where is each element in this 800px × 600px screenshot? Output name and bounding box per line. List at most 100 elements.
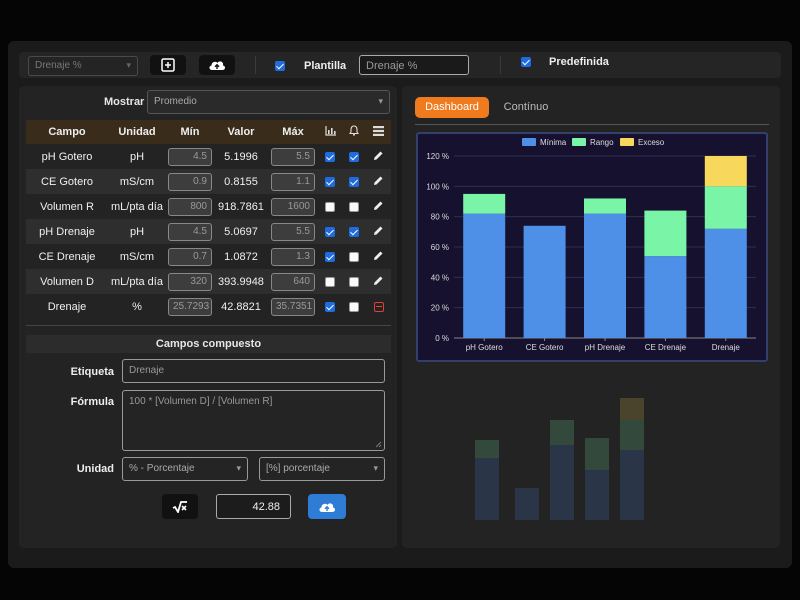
pencil-icon[interactable] (373, 200, 384, 211)
campo-cell: CE Gotero (26, 169, 108, 194)
alert-checkbox[interactable] (349, 201, 359, 212)
list-icon (373, 125, 384, 136)
bar-mínima (644, 256, 687, 338)
column-header-actions (366, 120, 391, 144)
chart-toggle-cell (318, 294, 342, 319)
min-input[interactable]: 0.7 (168, 247, 212, 266)
max-input[interactable]: 35.7351 (271, 297, 315, 316)
min-input[interactable]: 4.5 (168, 222, 212, 241)
min-cell: 0.9 (166, 169, 214, 194)
alert-checkbox[interactable] (349, 301, 359, 312)
save-compuesto-button[interactable] (308, 494, 346, 519)
upload-toolbar-button[interactable] (199, 55, 235, 75)
column-header-chart (318, 120, 342, 144)
min-cell: 0.7 (166, 244, 214, 269)
valor-cell: 5.0697 (214, 219, 268, 244)
table-row: Volumen R mL/pta día 800 918.7861 1600 (26, 194, 391, 219)
max-input[interactable]: 5.5 (271, 147, 315, 166)
predefinida-checkbox[interactable] (521, 57, 531, 67)
etiqueta-input[interactable]: Drenaje (122, 359, 385, 383)
legend-swatch (572, 138, 586, 146)
campos-compuesto-header: Campos compuesto (26, 335, 391, 353)
toolbar-divider (500, 56, 501, 74)
column-header-valor: Valor (214, 120, 268, 144)
alert-checkbox[interactable] (349, 151, 359, 162)
template-name-input[interactable]: Drenaje % (359, 55, 469, 75)
pencil-icon[interactable] (373, 225, 384, 236)
chart-checkbox[interactable] (325, 226, 335, 237)
alert-checkbox[interactable] (349, 276, 359, 287)
valor-cell: 918.7861 (218, 200, 264, 213)
pencil-icon[interactable] (373, 250, 384, 261)
unidad-symbol-value: [%] porcentaje (266, 463, 330, 474)
pencil-icon[interactable] (373, 150, 384, 161)
pencil-icon[interactable] (373, 275, 384, 286)
unidad-cell: mS/cm (108, 169, 166, 194)
legend-label: Mínima (540, 138, 567, 147)
chart-icon (324, 125, 336, 136)
table-row: pH Gotero pH 4.5 5.1996 5.5 (26, 144, 391, 169)
min-input[interactable]: 25.7293 (168, 297, 212, 316)
remove-square-icon[interactable] (373, 301, 384, 312)
chart-checkbox[interactable] (325, 201, 335, 212)
template-name-value: Drenaje % (366, 60, 418, 72)
valor-cell: 0.8155 (214, 169, 268, 194)
y-tick-label: 100 % (426, 182, 449, 191)
tab-dashboard[interactable]: Dashboard (415, 97, 489, 118)
background-ghost-chart (475, 398, 644, 520)
tab-divider (415, 124, 769, 125)
chevron-down-icon: ▾ (236, 463, 241, 473)
alert-checkbox[interactable] (349, 226, 359, 237)
column-header-campo: Campo (26, 120, 108, 144)
min-input[interactable]: 0.9 (168, 172, 212, 191)
mostrar-select[interactable]: Promedio ▾ (147, 90, 390, 114)
formula-textarea[interactable]: 100 * [Volumen D] / [Volumen R] (122, 390, 385, 451)
table-row: pH Drenaje pH 4.5 5.0697 5.5 (26, 219, 391, 244)
formula-label: Fórmula (70, 396, 114, 408)
bar-mínima (704, 228, 747, 338)
plus-square-icon (161, 58, 175, 72)
evaluate-formula-button[interactable] (162, 494, 198, 519)
etiqueta-label: Etiqueta (70, 366, 114, 378)
unidad-select[interactable]: % - Porcentaje ▾ (122, 457, 248, 481)
table-row: Drenaje% 25.7293 42.8821 35.7351 (26, 294, 391, 319)
chart-checkbox[interactable] (325, 276, 335, 287)
chart-checkbox[interactable] (325, 151, 335, 162)
tab-continuo[interactable]: Contínuo (496, 97, 556, 118)
resize-handle-icon[interactable] (375, 441, 382, 448)
max-input[interactable]: 640 (271, 272, 315, 291)
x-tick-label: CE Gotero (526, 343, 564, 352)
add-button[interactable] (150, 55, 186, 75)
preset-select[interactable]: Drenaje % ▾ (28, 56, 138, 76)
table-row: Volumen DmL/pta día 320 393.9948 640 (26, 269, 391, 294)
alert-toggle-cell (342, 294, 366, 319)
pencil-icon[interactable] (373, 175, 384, 186)
plantilla-checkbox[interactable] (275, 61, 285, 71)
unidad-symbol-select[interactable]: [%] porcentaje ▾ (259, 457, 385, 481)
chart-toggle-cell (318, 219, 342, 244)
max-input[interactable]: 1.1 (271, 172, 315, 191)
formula-value: 100 * [Volumen D] / [Volumen R] (129, 396, 273, 407)
fields-table: Campo Unidad Mín Valor Máx pH Gotero pH 4.… (26, 120, 391, 319)
alert-checkbox[interactable] (349, 251, 359, 262)
chart-toggle-cell (318, 269, 342, 294)
column-header-unidad: Unidad (108, 120, 166, 144)
chart-checkbox[interactable] (325, 176, 335, 187)
alert-toggle-cell (342, 269, 366, 294)
chart-toggle-cell (318, 194, 342, 219)
mostrar-label: Mostrar (104, 96, 145, 108)
unidad-cell: pH (108, 219, 166, 244)
min-input[interactable]: 800 (168, 197, 212, 216)
x-tick-label: Drenaje (712, 343, 741, 352)
max-input[interactable]: 1600 (271, 197, 315, 216)
chart-checkbox[interactable] (325, 251, 335, 262)
valor-cell: 42.8821 (221, 300, 261, 313)
max-input[interactable]: 5.5 (271, 222, 315, 241)
chart-checkbox[interactable] (325, 301, 335, 312)
min-input[interactable]: 4.5 (168, 147, 212, 166)
alert-checkbox[interactable] (349, 176, 359, 187)
bell-icon (348, 125, 360, 136)
max-input[interactable]: 1.3 (271, 247, 315, 266)
chart-toggle-cell (318, 144, 342, 169)
min-input[interactable]: 320 (168, 272, 212, 291)
